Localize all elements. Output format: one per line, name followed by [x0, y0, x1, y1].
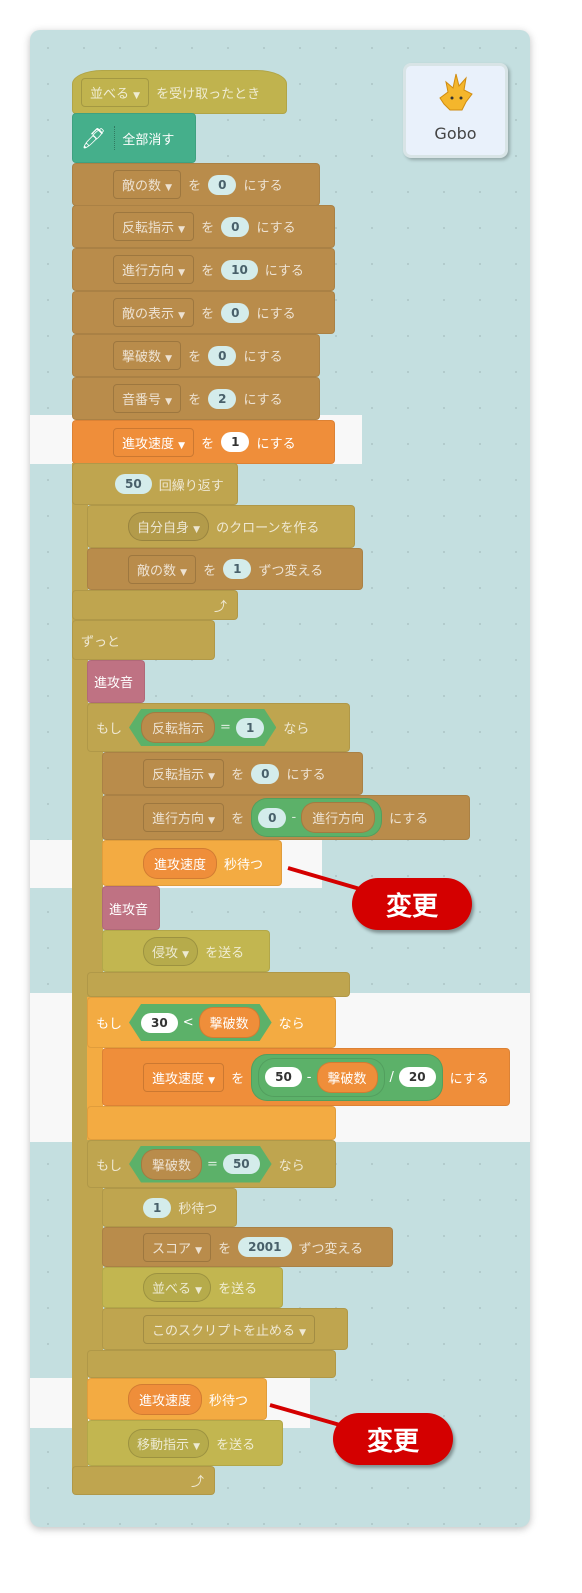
change-callout: 変更: [352, 878, 472, 930]
callout-pointer: [287, 866, 361, 891]
callout-lines: [269, 866, 361, 1427]
change-callout: 変更: [333, 1413, 453, 1465]
callout-pointer: [269, 1403, 341, 1427]
